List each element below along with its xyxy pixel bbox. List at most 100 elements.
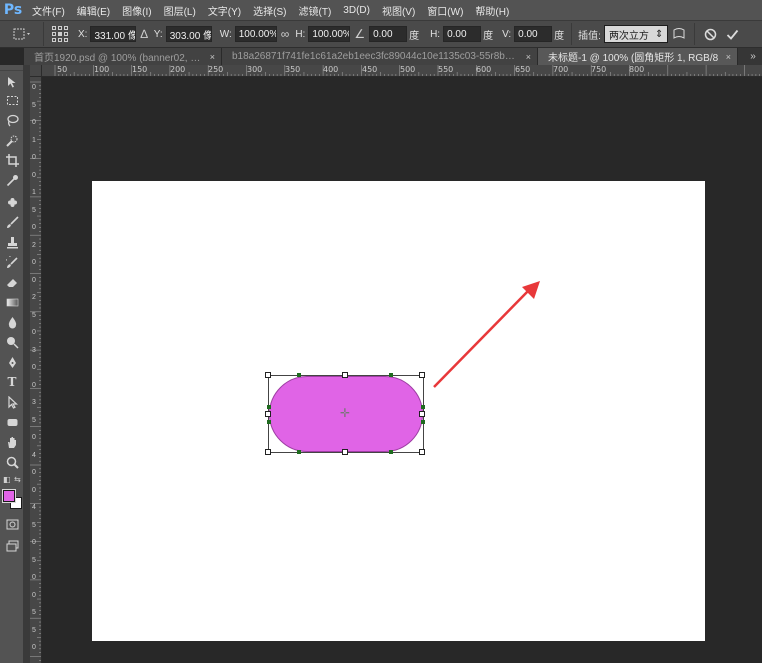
eraser-tool[interactable] xyxy=(2,273,22,291)
type-tool[interactable]: T xyxy=(2,373,22,391)
spot-healing-tool[interactable] xyxy=(2,193,22,211)
swap-colors-icon[interactable]: ⇆ xyxy=(14,475,21,484)
ruler-label: 0 xyxy=(32,171,36,179)
ruler-label: 5 xyxy=(32,416,36,424)
marquee-tool[interactable] xyxy=(2,91,22,109)
height-field[interactable]: 100.00% xyxy=(308,26,351,42)
ruler-label: 2 xyxy=(32,241,36,249)
rounded-rectangle-icon xyxy=(7,418,17,426)
lasso-tool[interactable] xyxy=(2,111,22,129)
ruler-label: 0 xyxy=(32,381,36,389)
menu-file[interactable]: 文件(F) xyxy=(26,3,71,18)
menu-type[interactable]: 文字(Y) xyxy=(202,3,247,18)
ruler-label: 5 xyxy=(32,521,36,529)
zoom-tool[interactable] xyxy=(2,453,22,471)
close-icon[interactable]: × xyxy=(210,52,215,62)
h-label: H: xyxy=(295,28,306,40)
ruler-label: 550 xyxy=(438,65,454,74)
type-icon: T xyxy=(7,375,17,389)
menu-edit[interactable]: 编辑(E) xyxy=(71,3,116,18)
crop-tool[interactable] xyxy=(2,151,22,169)
cancel-transform-button[interactable] xyxy=(699,23,721,45)
tab-title: b18a26871f741fe1c61a2eb1eec3fc89044c10e1… xyxy=(232,51,518,62)
menu-view[interactable]: 视图(V) xyxy=(376,3,421,18)
ruler-label: 0 xyxy=(32,84,36,91)
interpolation-select[interactable]: 两次立方 ⇕ xyxy=(603,25,669,43)
skew-v-field[interactable]: 0.00 xyxy=(514,26,553,42)
menu-help[interactable]: 帮助(H) xyxy=(469,3,515,18)
menu-image[interactable]: 图像(I) xyxy=(116,3,157,18)
menu-filter[interactable]: 滤镜(T) xyxy=(293,3,338,18)
skew-h-field[interactable]: 0.00 xyxy=(443,26,482,42)
rotate-field[interactable]: 0.00 xyxy=(369,26,408,42)
close-icon[interactable]: × xyxy=(526,52,531,62)
ruler-label: 1 xyxy=(32,136,36,144)
warp-icon xyxy=(673,28,685,39)
close-icon[interactable]: × xyxy=(726,52,731,62)
water-drop-icon xyxy=(8,316,16,328)
foreground-color-swatch[interactable] xyxy=(2,489,16,503)
dodge-tool[interactable] xyxy=(2,333,22,351)
y-field[interactable]: 303.00 像素 xyxy=(165,26,212,42)
screen-mode-button[interactable] xyxy=(2,537,22,555)
warp-mode-button[interactable] xyxy=(668,23,690,45)
default-colors-icon[interactable]: ◧ xyxy=(3,475,11,484)
ruler-label: 350 xyxy=(285,65,301,74)
menu-3d[interactable]: 3D(D) xyxy=(337,5,376,16)
x-label: X: xyxy=(78,28,88,40)
commit-transform-button[interactable] xyxy=(721,23,743,45)
pen-icon xyxy=(8,356,16,368)
hand-icon xyxy=(7,436,16,448)
vertical-ruler[interactable]: 0 5 0 1 0 0 1 5 0 2 0 0 2 5 0 3 0 0 3 5 0 4 0 0 4 5 0 5 0 0 5 5 0 xyxy=(30,77,42,663)
brush-tool[interactable] xyxy=(2,213,22,231)
blur-tool[interactable] xyxy=(2,313,22,331)
move-tool[interactable] xyxy=(2,73,22,91)
rectangle-tool[interactable] xyxy=(2,413,22,431)
ruler-label: 5 xyxy=(32,626,36,634)
ruler-label: 5 xyxy=(32,609,36,616)
tab-document-1[interactable]: 首页1920.psd @ 100% (banner02, RGB... × xyxy=(24,48,222,65)
ruler-label: 0 xyxy=(32,469,36,476)
tools-panel: T ◧ ⇆ xyxy=(0,65,24,663)
ruler-label: 5 xyxy=(32,556,36,564)
rotate-angle-icon: ∠ xyxy=(354,27,366,41)
pen-tool[interactable] xyxy=(2,353,22,371)
quick-mask-button[interactable] xyxy=(2,515,22,533)
path-selection-icon xyxy=(7,395,18,409)
relative-position-icon[interactable]: ∆ xyxy=(140,27,147,41)
tab-document-3[interactable]: 未标题-1 @ 100% (圆角矩形 1, RGB/8) * × xyxy=(538,48,738,65)
canvas-area[interactable]: ✛ xyxy=(42,77,762,663)
eyedropper-tool[interactable] xyxy=(2,171,22,189)
quick-selection-tool[interactable] xyxy=(2,131,22,149)
menu-select[interactable]: 选择(S) xyxy=(247,3,292,18)
menu-layer[interactable]: 图层(L) xyxy=(158,3,202,18)
width-field[interactable]: 100.00% xyxy=(234,26,277,42)
healing-brush-icon xyxy=(7,197,17,207)
skew-h-unit: 度 xyxy=(483,30,494,42)
tab-document-2[interactable]: b18a26871f741fe1c61a2eb1eec3fc89044c10e1… xyxy=(222,48,538,65)
menu-window[interactable]: 窗口(W) xyxy=(421,3,469,18)
ruler-label: 5 xyxy=(32,206,36,214)
tab-overflow-button[interactable]: » xyxy=(744,48,762,65)
ruler-label: 300 xyxy=(247,65,263,74)
ruler-label: 0 xyxy=(32,574,36,581)
gradient-tool[interactable] xyxy=(2,293,22,311)
ruler-label: 4 xyxy=(32,451,36,459)
arrow-shaft xyxy=(433,288,531,388)
quick-selection-icon xyxy=(5,135,17,147)
ruler-label: 750 xyxy=(591,65,607,74)
reference-point-icon[interactable] xyxy=(52,26,68,42)
zoom-icon xyxy=(6,456,19,469)
tool-preset-picker[interactable] xyxy=(0,22,44,46)
rectangular-marquee-icon xyxy=(6,95,18,105)
clone-stamp-tool[interactable] xyxy=(2,233,22,251)
ruler-origin[interactable] xyxy=(30,65,42,77)
hand-tool[interactable] xyxy=(2,433,22,451)
path-selection-tool[interactable] xyxy=(2,393,22,411)
panel-grip[interactable] xyxy=(0,65,23,71)
x-field[interactable]: 331.00 像素 xyxy=(90,26,137,42)
horizontal-ruler[interactable]: 50 100 150 200 250 300 350 400 450 500 5… xyxy=(42,65,762,77)
link-icon[interactable]: ∞ xyxy=(281,27,290,41)
history-brush-tool[interactable] xyxy=(2,253,22,271)
ruler-label: 200 xyxy=(170,65,186,74)
